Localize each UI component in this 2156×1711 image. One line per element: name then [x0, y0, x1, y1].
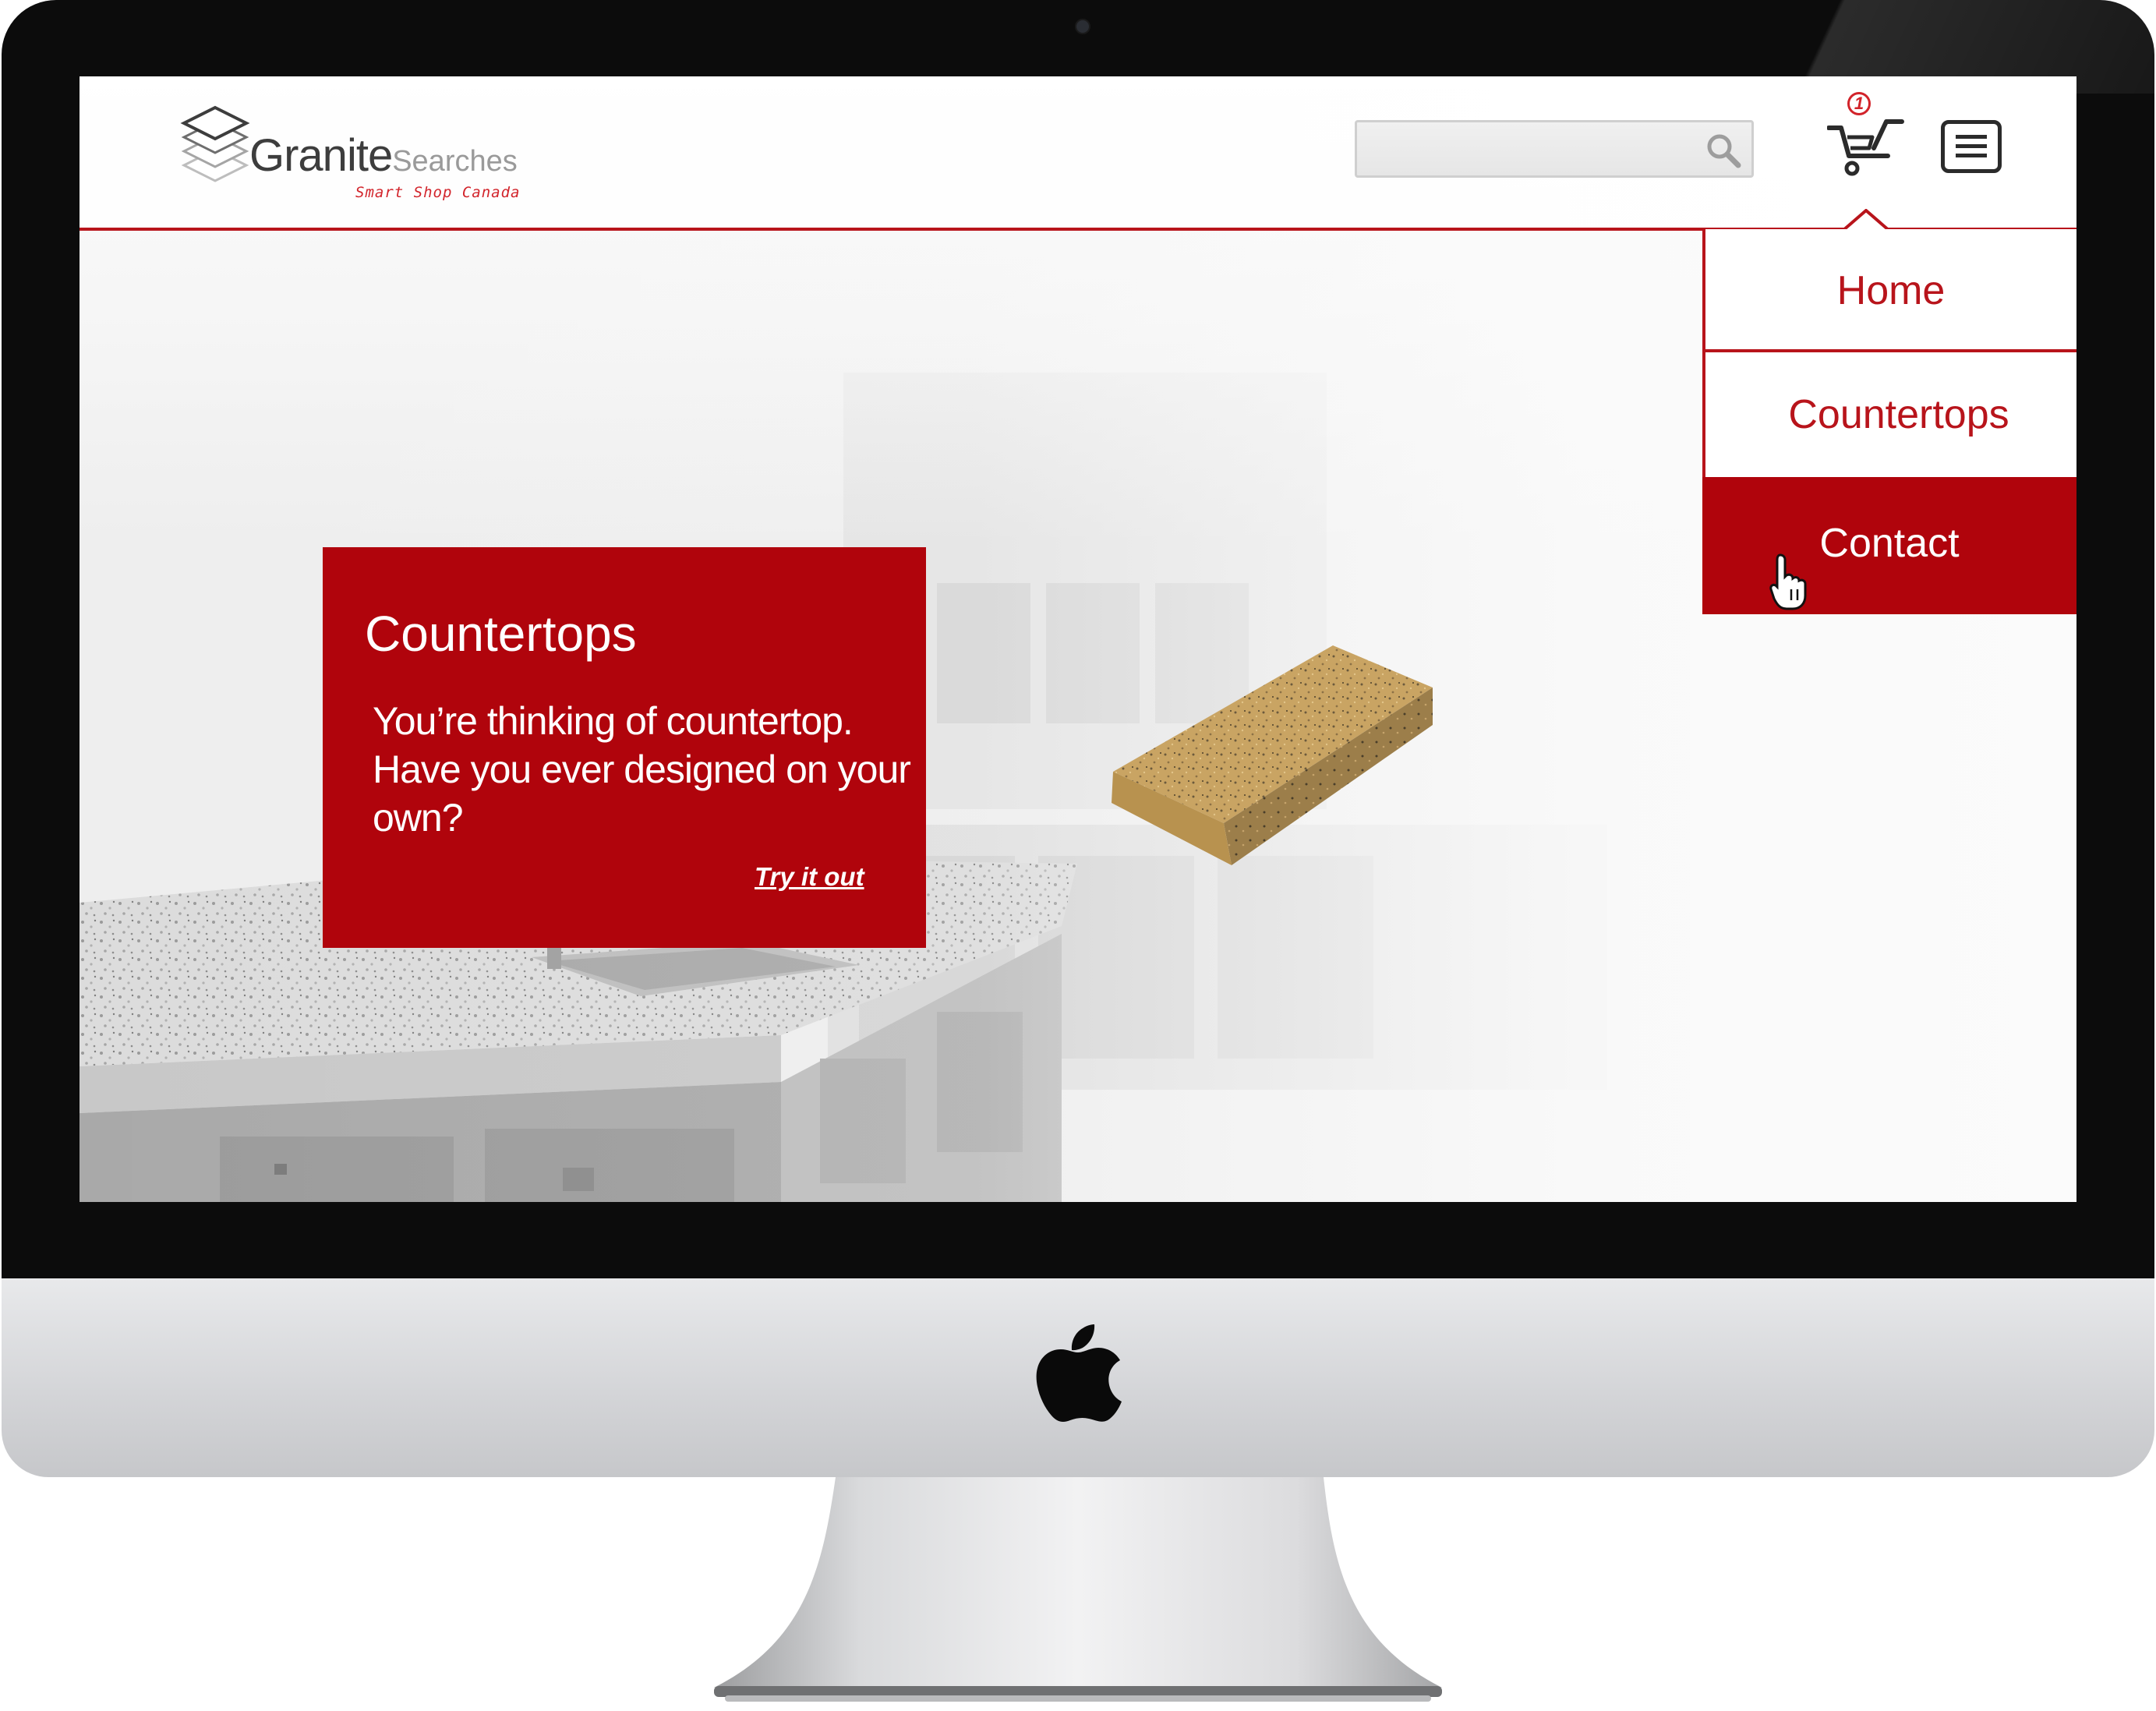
search-input[interactable]	[1363, 129, 1694, 171]
browser-viewport: GraniteSearches Smart Shop Canada 1 Home…	[80, 76, 2076, 1202]
site-header: GraniteSearches Smart Shop Canada 1	[80, 76, 2076, 229]
logo-name-secondary: Searches	[392, 145, 518, 178]
search-box[interactable]	[1355, 120, 1754, 178]
logo-wordmark: GraniteSearches	[249, 129, 518, 182]
logo-tagline: Smart Shop Canada	[355, 184, 521, 201]
granite-sample-image	[1112, 645, 1433, 865]
promo-card: Countertops You’re thinking of counterto…	[323, 547, 926, 948]
hamburger-menu-button[interactable]	[1941, 120, 2002, 173]
apple-logo-icon	[1036, 1324, 1122, 1422]
site-logo[interactable]: GraniteSearches Smart Shop Canada	[179, 97, 553, 206]
dropdown-nav-menu: Home Countertops Contact	[1702, 209, 2076, 614]
promo-body: You’re thinking of countertop. Have you …	[373, 699, 911, 840]
logo-name-primary: Granite	[249, 130, 393, 181]
cart-icon	[1827, 119, 1904, 176]
camera-icon	[1075, 19, 1090, 34]
nav-item-home[interactable]: Home	[1702, 229, 2076, 352]
hand-cursor-icon	[1769, 553, 1807, 610]
search-icon[interactable]	[1705, 132, 1742, 169]
monitor-stand	[714, 1477, 1442, 1702]
logo-layers-icon	[180, 105, 250, 182]
try-it-out-link[interactable]: Try it out	[755, 862, 864, 892]
promo-title: Countertops	[365, 606, 637, 662]
nav-item-contact[interactable]: Contact	[1702, 477, 2076, 614]
cart-count-badge: 1	[1847, 92, 1871, 115]
nav-item-countertops[interactable]: Countertops	[1702, 352, 2076, 477]
cart-button[interactable]: 1	[1827, 92, 1905, 178]
